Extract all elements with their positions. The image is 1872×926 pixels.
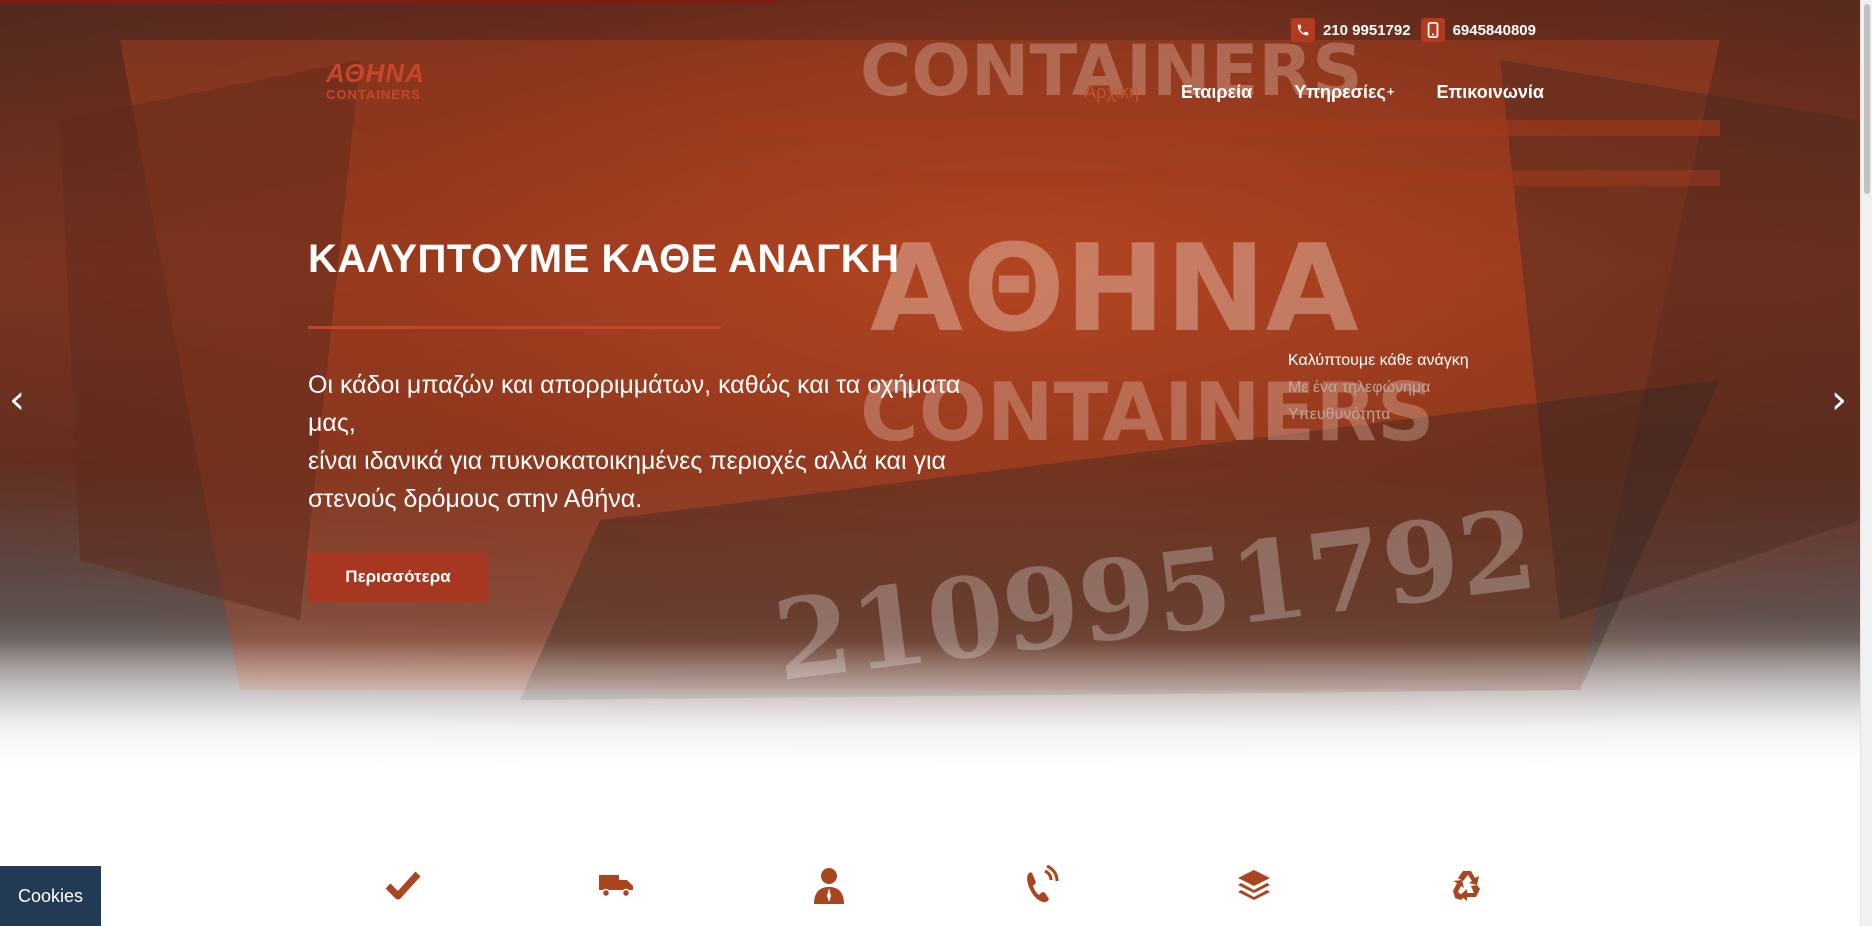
logo-text-containers: CONTAINERS bbox=[326, 87, 421, 102]
site-logo[interactable]: ΑΘΗΝΑ CONTAINERS bbox=[326, 60, 426, 101]
check-icon bbox=[380, 862, 426, 908]
slide-tabs: Καλύπτουμε κάθε ανάγκη Με ένα τηλεφώνημα… bbox=[1288, 352, 1469, 424]
main-nav: Αρχική Εταιρεία Υπηρεσίες+ Επικοινωνία bbox=[1084, 82, 1544, 103]
contact-bar: 210 9951792 6945840809 bbox=[1290, 18, 1536, 42]
hero-description: Οι κάδοι μπαζών και απορριμμάτων, καθώς … bbox=[308, 366, 1008, 518]
landline-number: 210 9951792 bbox=[1322, 21, 1411, 39]
nav-item-home[interactable]: Αρχική bbox=[1084, 82, 1139, 103]
hero-description-line2: είναι ιδανικά για πυκνοκατοικημένες περι… bbox=[308, 447, 947, 513]
scrollbar-thumb[interactable] bbox=[1864, 4, 1870, 194]
hero-bottom-fade bbox=[0, 640, 1860, 770]
nav-item-contact[interactable]: Επικοινωνία bbox=[1436, 82, 1544, 103]
scrollbar[interactable] bbox=[1860, 0, 1872, 926]
cookies-button[interactable]: Cookies bbox=[0, 866, 101, 926]
mobile-number: 6945840809 bbox=[1452, 21, 1536, 39]
mobile-phone-icon bbox=[1420, 18, 1445, 42]
more-button[interactable]: Περισσότερα bbox=[308, 552, 488, 602]
prev-slide-arrow[interactable]: ‹ bbox=[0, 380, 34, 420]
phone-ringing-icon bbox=[1018, 862, 1064, 908]
next-slide-arrow[interactable]: › bbox=[1822, 380, 1856, 420]
chevron-right-icon: › bbox=[1831, 377, 1847, 423]
contact-mobile[interactable]: 6945840809 bbox=[1420, 18, 1536, 42]
slide-progress-bar bbox=[0, 0, 780, 4]
recycle-icon bbox=[1444, 862, 1490, 908]
nav-expand-indicator: + bbox=[1386, 84, 1395, 99]
hero-description-line1: Οι κάδοι μπαζών και απορριμμάτων, καθώς … bbox=[308, 371, 961, 437]
svg-text:ΑΘΗΝΑ: ΑΘΗΝΑ bbox=[870, 220, 1359, 359]
contact-landline[interactable]: 210 9951792 bbox=[1290, 18, 1411, 42]
slide-tab-2[interactable]: Με ένα τηλεφώνημα bbox=[1288, 379, 1469, 397]
slide-tab-1[interactable]: Καλύπτουμε κάθε ανάγκη bbox=[1288, 352, 1469, 370]
person-icon bbox=[806, 862, 852, 908]
page: CONTAINERS ΑΘΗΝΑ CONTAINERS 2109951792 2… bbox=[0, 0, 1872, 926]
truck-icon bbox=[593, 862, 639, 908]
nav-item-company[interactable]: Εταιρεία bbox=[1181, 82, 1252, 103]
hero-title: ΚΑΛΥΠΤΟΥΜΕ ΚΑΘΕ ΑΝΑΓΚΗ bbox=[308, 237, 900, 281]
slide-tab-3[interactable]: Υπευθυνότητα bbox=[1288, 406, 1469, 424]
features-row bbox=[380, 862, 1490, 908]
nav-item-services[interactable]: Υπηρεσίες+ bbox=[1294, 82, 1394, 103]
layers-icon bbox=[1231, 862, 1277, 908]
hero-divider bbox=[308, 326, 721, 329]
chevron-left-icon: ‹ bbox=[9, 377, 25, 423]
nav-item-services-label: Υπηρεσίες bbox=[1294, 82, 1386, 102]
logo-text-greek: ΑΘΗΝΑ bbox=[326, 58, 425, 88]
phone-icon bbox=[1290, 18, 1315, 42]
